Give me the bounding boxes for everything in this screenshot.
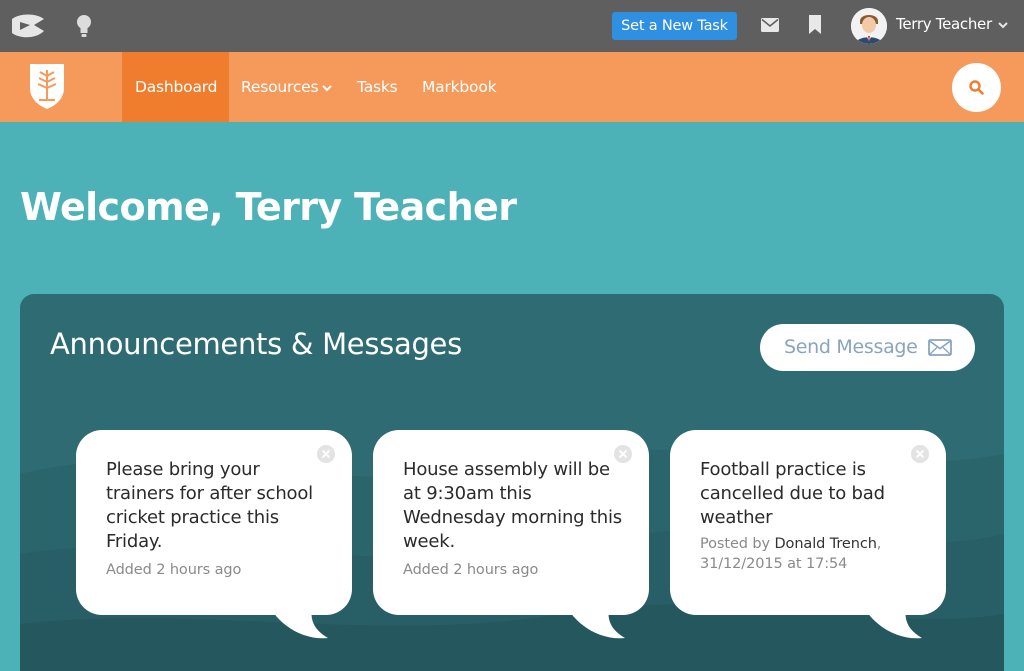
- message-text: House assembly will be at 9:30am this We…: [403, 459, 622, 552]
- search-button[interactable]: [952, 63, 1001, 112]
- nav-dashboard[interactable]: Dashboard: [122, 52, 229, 122]
- chevron-down-icon[interactable]: [997, 20, 1009, 30]
- search-icon: [969, 80, 984, 95]
- nav-markbook[interactable]: Markbook: [422, 52, 497, 122]
- message-text: Please bring your trainers for after sch…: [106, 459, 313, 552]
- message-card: Please bring your trainers for after sch…: [76, 430, 352, 639]
- message-card: House assembly will be at 9:30am this We…: [373, 430, 649, 639]
- app-logo-icon[interactable]: [10, 13, 46, 39]
- bookmark-icon[interactable]: [808, 15, 822, 35]
- mail-icon[interactable]: [761, 18, 779, 32]
- user-name[interactable]: Terry Teacher: [896, 15, 992, 33]
- message-meta: Posted by Donald Trench, 31/12/2015 at 1…: [700, 534, 881, 574]
- main-nav: Dashboard Resources Tasks Markbook: [0, 52, 1024, 122]
- speech-tail: [866, 608, 922, 639]
- message-card: Football practice is cancelled due to ba…: [670, 430, 946, 639]
- top-bar: Set a New Task Terry Teacher: [0, 0, 1024, 52]
- message-timestamp: Added 2 hours ago: [106, 562, 242, 578]
- message-timestamp: Added 2 hours ago: [403, 562, 539, 578]
- announcements-panel: Announcements & Messages Send Message Pl…: [20, 294, 1004, 671]
- comma: ,: [876, 536, 882, 552]
- page-title: Welcome, Terry Teacher: [20, 185, 517, 229]
- posted-by-name[interactable]: Donald Trench: [774, 536, 876, 552]
- message-text: Football practice is cancelled due to ba…: [700, 459, 885, 528]
- envelope-icon: [928, 339, 952, 356]
- nav-resources[interactable]: Resources: [241, 52, 319, 122]
- section-title: Announcements & Messages: [50, 327, 462, 361]
- lightbulb-icon[interactable]: [74, 13, 94, 39]
- speech-tail: [272, 608, 328, 639]
- send-message-label: Send Message: [784, 336, 918, 358]
- posted-by-prefix: Posted by: [700, 536, 770, 552]
- send-message-button[interactable]: Send Message: [760, 324, 975, 371]
- school-crest-icon[interactable]: [28, 62, 66, 110]
- avatar[interactable]: [851, 8, 887, 44]
- set-new-task-button[interactable]: Set a New Task: [612, 12, 737, 40]
- posted-at: 31/12/2015 at 17:54: [700, 556, 848, 572]
- chevron-down-icon[interactable]: [321, 83, 333, 93]
- speech-tail: [569, 608, 625, 639]
- nav-tasks[interactable]: Tasks: [357, 52, 398, 122]
- user-avatar-icon: [851, 8, 887, 44]
